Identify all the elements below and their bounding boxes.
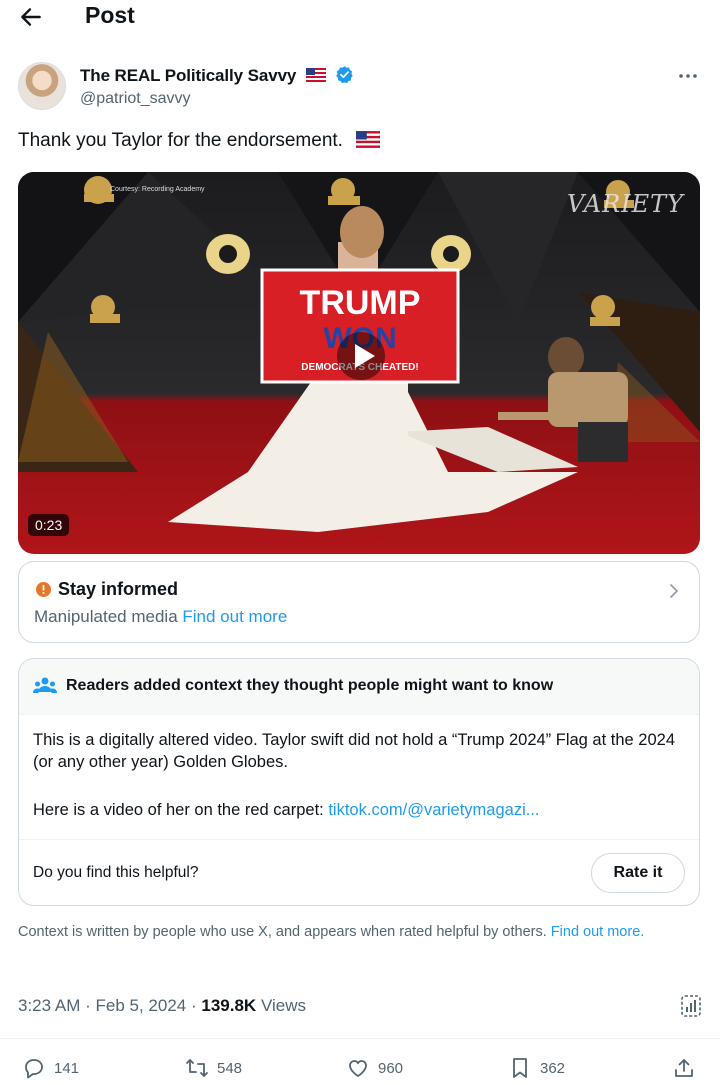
share-icon — [675, 1059, 693, 1077]
video-watermark: VARIETY — [567, 190, 684, 218]
author-name-row[interactable]: The REAL Politically Savvy — [80, 65, 354, 86]
play-icon — [355, 344, 375, 368]
stay-informed-subtitle: Manipulated media Find out more — [34, 607, 287, 627]
manipulated-media-label: Manipulated media — [34, 607, 178, 626]
context-text: Context is written by people who use X, … — [18, 924, 547, 940]
like-count: 960 — [378, 1060, 404, 1077]
share-button[interactable] — [672, 1056, 696, 1080]
play-button[interactable] — [337, 332, 385, 380]
bookmark-count: 362 — [540, 1060, 566, 1077]
community-note-header: Readers added context they thought peopl… — [19, 659, 699, 715]
post-body: Thank you Taylor for the endorsement. — [18, 130, 343, 151]
divider — [19, 839, 699, 840]
views-label: Views — [260, 996, 306, 1015]
handle[interactable]: @patriot_savvy — [80, 90, 191, 108]
divider — [0, 1038, 720, 1039]
tiktok-link[interactable]: tiktok.com/@varietymagazi... — [328, 801, 539, 819]
stay-informed-card[interactable]: Stay informed Manipulated media Find out… — [18, 561, 700, 643]
video-credit: Courtesy: Recording Academy — [110, 186, 205, 193]
context-disclaimer: Context is written by people who use X, … — [18, 922, 698, 942]
helpful-question: Do you find this helpful? — [33, 864, 199, 881]
post-text: Thank you Taylor for the endorsement. — [18, 130, 381, 152]
reply-count: 141 — [54, 1060, 80, 1077]
us-flag-icon — [305, 68, 326, 82]
more-icon[interactable] — [676, 66, 700, 86]
post-author: The REAL Politically Savvy @patriot_savv… — [18, 60, 702, 112]
views-count: 139.8K — [201, 996, 257, 1015]
bookmark-icon — [513, 1058, 527, 1078]
page-title: Post — [85, 2, 135, 28]
us-flag-icon — [356, 131, 381, 148]
video-duration: 0:23 — [28, 514, 70, 536]
find-out-more-link[interactable]: Find out more — [182, 607, 287, 626]
back-arrow-icon[interactable] — [18, 4, 44, 30]
community-note-card: Readers added context they thought peopl… — [18, 658, 700, 906]
post-meta: 3:23 AM · Feb 5, 2024 · 139.8K Views — [18, 996, 306, 1015]
video-player[interactable]: TRUMP WON DEMOCRATS CHEATED! Courtesy: R… — [18, 172, 700, 554]
chevron-right-icon — [670, 584, 679, 598]
rate-it-button[interactable]: Rate it — [591, 853, 685, 893]
post-date[interactable]: Feb 5, 2024 — [96, 996, 187, 1015]
warning-icon — [36, 582, 51, 597]
top-bar: Post — [0, 0, 720, 36]
stay-informed-title: Stay informed — [58, 579, 179, 599]
community-notes-icon — [33, 677, 57, 693]
like-icon — [349, 1060, 367, 1077]
analytics-icon[interactable] — [680, 994, 702, 1018]
repost-count: 548 — [217, 1060, 243, 1077]
source-intro: Here is a video of her on the red carpet… — [33, 801, 324, 819]
reply-icon — [25, 1059, 43, 1079]
repost-icon — [186, 1059, 208, 1077]
display-name[interactable]: The REAL Politically Savvy — [80, 66, 296, 85]
verified-badge-icon[interactable] — [335, 65, 354, 84]
post-time[interactable]: 3:23 AM — [18, 996, 80, 1015]
community-note-body: This is a digitally altered video. Taylo… — [33, 731, 676, 771]
sign-text-trump: TRUMP — [300, 284, 421, 322]
context-find-out-more-link[interactable]: Find out more. — [551, 924, 645, 940]
community-note-source: Here is a video of her on the red carpet… — [33, 801, 539, 820]
avatar[interactable] — [18, 62, 66, 110]
community-note-title: Readers added context they thought peopl… — [66, 677, 554, 694]
